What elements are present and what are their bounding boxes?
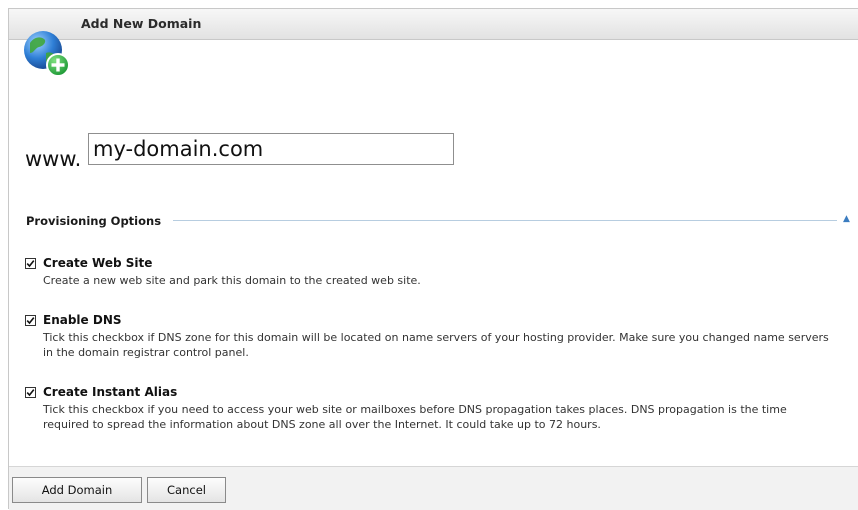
provisioning-options-title: Provisioning Options [26,214,162,228]
panel-header: Add New Domain [9,9,858,40]
checkmark-icon [26,260,35,268]
create-web-site-description: Create a new web site and park this doma… [43,274,421,287]
dialog-footer: Add Domain Cancel [9,466,858,510]
section-divider [173,220,837,221]
add-domain-panel: Add New Domain www. Provisioning Options… [8,8,858,510]
enable-dns-label[interactable]: Enable DNS [43,313,122,327]
domain-name-input[interactable] [88,133,454,165]
create-instant-alias-checkbox[interactable] [25,387,36,398]
add-domain-button[interactable]: Add Domain [12,477,142,503]
cancel-button[interactable]: Cancel [147,477,226,503]
www-prefix: www. [25,147,82,171]
enable-dns-checkbox[interactable] [25,315,36,326]
globe-add-icon [24,31,70,77]
create-instant-alias-label[interactable]: Create Instant Alias [43,385,177,399]
checkmark-icon [26,317,35,325]
create-instant-alias-description: Tick this checkbox if you need to access… [43,403,787,431]
collapse-arrow-icon[interactable]: ▲ [843,214,850,224]
create-web-site-checkbox[interactable] [25,258,36,269]
checkmark-icon [26,389,35,397]
panel-title: Add New Domain [81,16,202,31]
enable-dns-description: Tick this checkbox if DNS zone for this … [43,331,829,359]
create-web-site-label[interactable]: Create Web Site [43,256,152,270]
